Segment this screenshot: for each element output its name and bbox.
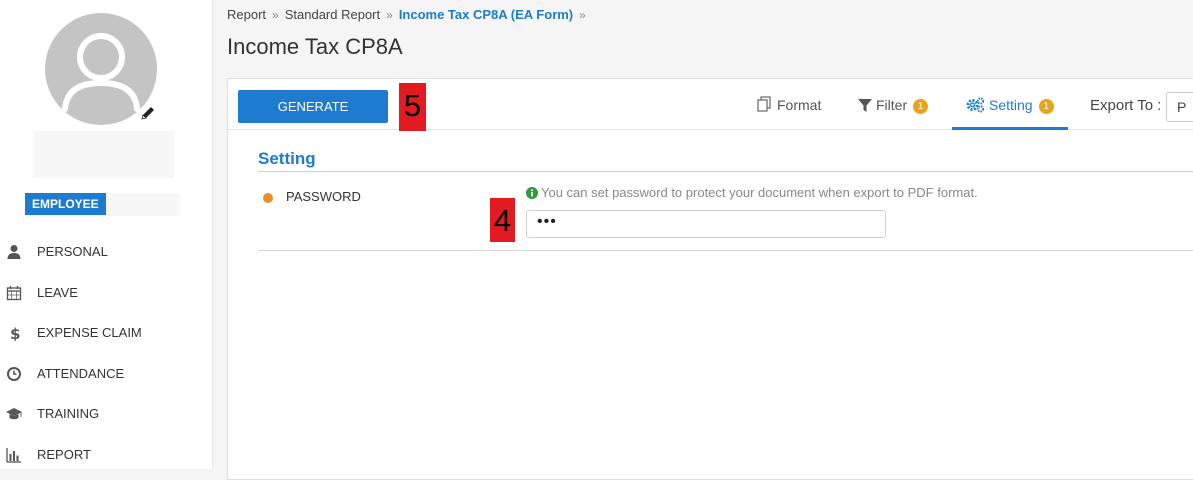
filter-count-badge: 1	[913, 99, 929, 114]
tab-format[interactable]: Format	[756, 79, 821, 129]
sidebar-item-label: REPORT	[37, 446, 91, 462]
filter-icon	[858, 99, 872, 112]
page-title: Income Tax CP8A	[227, 34, 403, 59]
sidebar-item-label: TRAINING	[37, 406, 100, 422]
info-icon	[526, 187, 538, 199]
generate-button[interactable]: GENERATE	[238, 90, 388, 123]
cogs-icon	[966, 97, 985, 113]
breadcrumb: Report » Standard Report » Income Tax CP8A (…	[227, 7, 592, 22]
bar-chart-icon	[6, 447, 21, 463]
sidebar-item-training[interactable]: TRAINING	[0, 394, 212, 435]
tab-filter-label: Filter	[876, 97, 908, 113]
sidebar-item-expense-claim[interactable]: $ EXPENSE CLAIM	[0, 313, 212, 354]
section-title-setting: Setting	[258, 149, 1193, 172]
export-to-label: Export To :	[1090, 97, 1162, 114]
password-setting-row: PASSWORD You can set password to protect…	[258, 172, 1193, 251]
sidebar-item-label: EXPENSE CLAIM	[37, 325, 142, 341]
role-badge[interactable]: EMPLOYEE	[25, 193, 106, 215]
breadcrumb-report[interactable]: Report	[227, 7, 266, 22]
tab-format-label: Format	[777, 97, 822, 113]
clock-icon	[7, 366, 21, 381]
password-hint: You can set password to protect your doc…	[526, 185, 978, 200]
role-row: EMPLOYEE	[25, 193, 180, 216]
toolbar: GENERATE 5 Format Filter 1 Setting 1 Expor…	[228, 79, 1193, 131]
setting-count-badge: 1	[1038, 99, 1054, 114]
export-format-select[interactable]: P	[1166, 92, 1193, 122]
report-panel: GENERATE 5 Format Filter 1 Setting 1 Expor…	[227, 78, 1193, 480]
employee-name-placeholder	[33, 131, 174, 178]
sidebar-item-label: ATTENDANCE	[37, 365, 125, 381]
breadcrumb-separator: »	[386, 8, 393, 22]
step-marker-5: 5	[399, 83, 426, 131]
sidebar: EMPLOYEE PERSONAL LEAVE $ EXPENSE CLAIM …	[0, 0, 213, 469]
sidebar-item-attendance[interactable]: ATTENDANCE	[0, 354, 212, 395]
user-icon	[7, 245, 21, 259]
pencil-icon[interactable]	[140, 105, 156, 121]
sidebar-menu: PERSONAL LEAVE $ EXPENSE CLAIM ATTENDANC…	[0, 232, 212, 476]
password-label: PASSWORD	[286, 189, 361, 204]
breadcrumb-standard-report[interactable]: Standard Report	[285, 7, 380, 22]
dollar-icon: $	[10, 325, 20, 341]
tab-filter[interactable]: Filter 1	[858, 79, 929, 129]
breadcrumb-separator: »	[579, 8, 586, 22]
sidebar-item-label: LEAVE	[37, 284, 78, 300]
breadcrumb-separator: »	[272, 8, 279, 22]
password-input[interactable]: •••	[526, 210, 886, 238]
tab-setting-label: Setting	[989, 97, 1033, 113]
svg-text:$: $	[10, 325, 20, 341]
sidebar-item-report[interactable]: REPORT	[0, 435, 212, 476]
copy-icon	[757, 96, 771, 112]
sidebar-item-leave[interactable]: LEAVE	[0, 273, 212, 314]
calendar-icon	[6, 285, 22, 300]
status-dot	[263, 193, 273, 203]
step-marker-4: 4	[490, 198, 515, 242]
sidebar-item-label: PERSONAL	[37, 244, 108, 259]
sidebar-item-personal[interactable]: PERSONAL	[0, 232, 212, 273]
tab-setting[interactable]: Setting 1	[952, 79, 1068, 130]
breadcrumb-current[interactable]: Income Tax CP8A (EA Form)	[399, 7, 573, 22]
password-hint-text: You can set password to protect your doc…	[541, 185, 978, 200]
graduation-cap-icon	[6, 408, 22, 420]
